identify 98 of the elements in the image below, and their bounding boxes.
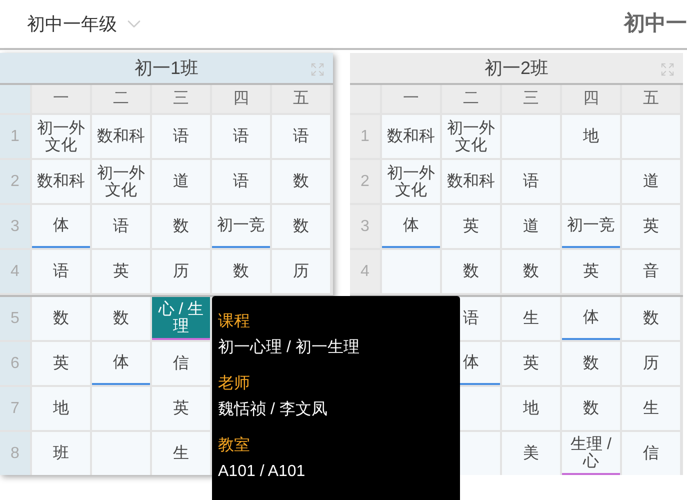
period-number: 1 <box>360 126 370 146</box>
timetable-cell[interactable]: 生理 / 心 <box>562 432 620 475</box>
timetable-cell[interactable] <box>562 160 620 203</box>
timetable-cell[interactable]: 心 / 生理 <box>152 297 210 340</box>
class-title: 初一2班 <box>484 56 548 80</box>
period-number: 3 <box>360 216 370 236</box>
timetable-cell[interactable]: 初一竞 <box>212 205 270 248</box>
timetable-cell[interactable]: 美 <box>502 432 560 475</box>
tooltip-label: 教室 <box>218 436 251 456</box>
timetable-cell[interactable]: 班 <box>32 432 90 475</box>
tooltip-value: A101 / A101 <box>218 462 306 482</box>
timetable-cell[interactable]: 数和科 <box>32 160 90 203</box>
timetable-cell[interactable]: 历 <box>152 250 210 293</box>
period-number: 2 <box>360 172 370 192</box>
timetable-cell[interactable]: 地 <box>502 387 560 430</box>
page-title: 初中一 <box>624 10 687 38</box>
day-header: 三 <box>152 85 210 113</box>
timetable-cell[interactable]: 道 <box>622 160 680 203</box>
period-number: 4 <box>10 262 20 282</box>
timetable-cell[interactable]: 数 <box>272 160 330 203</box>
timetable-cell[interactable]: 数和科 <box>92 115 150 158</box>
timetable-cell[interactable]: 语 <box>272 115 330 158</box>
timetable-cell[interactable]: 初一外文化 <box>32 115 90 158</box>
day-header: 一 <box>382 85 440 113</box>
day-header: 一 <box>32 85 90 113</box>
timetable-cell[interactable]: 英 <box>442 205 500 248</box>
timetable-cell[interactable]: 语 <box>92 205 150 248</box>
period-number: 5 <box>10 308 20 328</box>
tooltip-label: 老师 <box>218 374 251 394</box>
period-number: 3 <box>10 216 20 236</box>
timetable-cell[interactable]: 数 <box>502 250 560 293</box>
timetable-cell[interactable]: 信 <box>152 342 210 385</box>
timetable-cell[interactable]: 体 <box>382 205 440 248</box>
timetable-cell[interactable]: 英 <box>622 205 680 248</box>
timetable-cell[interactable]: 数 <box>562 387 620 430</box>
timetable-cell[interactable]: 英 <box>92 250 150 293</box>
timetable-cell[interactable]: 数和科 <box>442 160 500 203</box>
timetable-cell[interactable]: 英 <box>562 250 620 293</box>
timetable-cell[interactable]: 数 <box>212 250 270 293</box>
timetable-cell[interactable]: 语 <box>152 115 210 158</box>
period-number: 1 <box>10 126 20 146</box>
timetable-cell[interactable] <box>502 115 560 158</box>
timetable-cell[interactable]: 道 <box>502 205 560 248</box>
timetable-cell[interactable]: 语 <box>212 115 270 158</box>
timetable-cell[interactable]: 英 <box>502 342 560 385</box>
timetable-cell[interactable] <box>382 250 440 293</box>
expand-icon[interactable] <box>660 62 675 77</box>
day-header: 五 <box>622 85 680 113</box>
timetable-cell[interactable]: 地 <box>562 115 620 158</box>
timetable-cell[interactable]: 数 <box>562 342 620 385</box>
timetable-cell[interactable]: 数 <box>622 297 680 340</box>
period-number: 8 <box>10 444 20 464</box>
timetable-cell[interactable]: 历 <box>272 250 330 293</box>
timetable-cell[interactable]: 生 <box>622 387 680 430</box>
timetable-cell[interactable]: 体 <box>32 205 90 248</box>
period-number: 2 <box>10 172 20 192</box>
timetable-cell[interactable]: 数 <box>92 297 150 340</box>
day-header: 五 <box>272 85 330 113</box>
day-header: 四 <box>212 85 270 113</box>
day-header: 二 <box>442 85 500 113</box>
timetable-cell[interactable]: 道 <box>152 160 210 203</box>
timetable-cell[interactable]: 数和科 <box>382 115 440 158</box>
timetable-cell[interactable]: 体 <box>562 297 620 340</box>
timetable-cell[interactable]: 数 <box>152 205 210 248</box>
timetable-cell[interactable]: 数 <box>272 205 330 248</box>
day-header: 四 <box>562 85 620 113</box>
timetable-cell[interactable] <box>92 387 150 430</box>
timetable-cell[interactable]: 数 <box>442 250 500 293</box>
timetable-cell[interactable]: 生 <box>152 432 210 475</box>
tooltip-label: 课程 <box>218 312 251 332</box>
timetable-cell[interactable] <box>622 115 680 158</box>
timetable-cell[interactable]: 语 <box>212 160 270 203</box>
tooltip-value: 魏恬祯 / 李文凤 <box>218 400 328 420</box>
timetable-cell[interactable]: 英 <box>32 342 90 385</box>
timetable-cell[interactable]: 语 <box>502 160 560 203</box>
day-header: 三 <box>502 85 560 113</box>
timetable-cell[interactable]: 历 <box>622 342 680 385</box>
timetable-cell[interactable]: 生 <box>502 297 560 340</box>
timetable-cell[interactable]: 信 <box>622 432 680 475</box>
timetable-cell[interactable]: 初一外文化 <box>442 115 500 158</box>
timetable-cell[interactable]: 语 <box>32 250 90 293</box>
day-header: 二 <box>92 85 150 113</box>
grade-dropdown[interactable]: 初中一年级 <box>27 10 145 38</box>
class-title: 初一1班 <box>134 56 198 80</box>
timetable-cell[interactable]: 英 <box>152 387 210 430</box>
timetable-cell[interactable]: 数 <box>32 297 90 340</box>
timetable-cell[interactable]: 地 <box>32 387 90 430</box>
expand-icon[interactable] <box>310 62 325 77</box>
timetable-cell[interactable] <box>92 432 150 475</box>
timetable-cell[interactable]: 初一外文化 <box>92 160 150 203</box>
timetable-cell[interactable]: 体 <box>92 342 150 385</box>
period-number: 6 <box>10 354 20 374</box>
period-number: 7 <box>10 398 20 418</box>
timetable-cell[interactable]: 音 <box>622 250 680 293</box>
timetable-cell[interactable]: 初一外文化 <box>382 160 440 203</box>
timetable-cell[interactable]: 初一竞 <box>562 205 620 248</box>
tooltip-value: 初一心理 / 初一生理 <box>218 338 360 358</box>
period-number: 4 <box>360 262 370 282</box>
